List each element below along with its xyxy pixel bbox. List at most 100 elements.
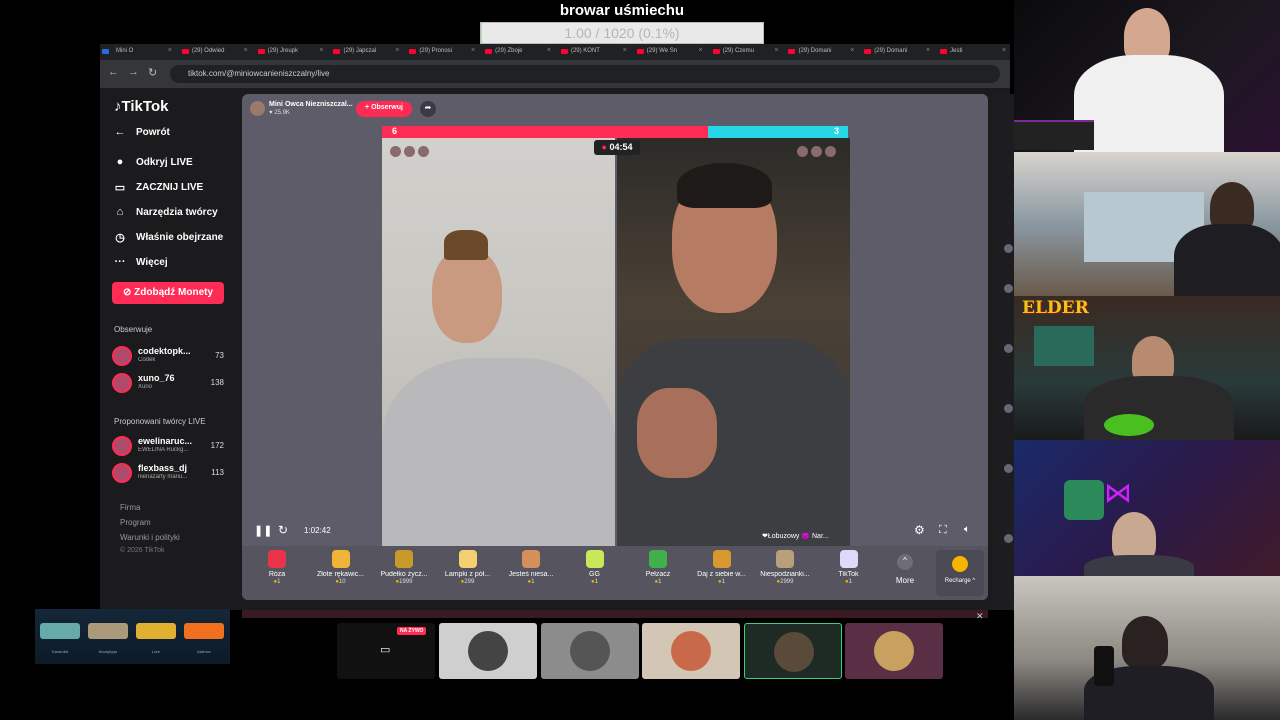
sidebar-item-more[interactable]: ··· Więcej (112, 256, 168, 268)
reload-stream-icon[interactable]: ↻ (278, 523, 288, 537)
browser-tab[interactable]: Jesti × (934, 44, 1010, 60)
footer-link[interactable]: Program (120, 518, 151, 527)
browser-tab[interactable]: (29) We Sn × (631, 44, 707, 60)
close-tab-icon[interactable]: × (850, 47, 854, 54)
thumbnail-4[interactable] (642, 623, 740, 679)
live-badge: NA ŻYWO (397, 627, 427, 635)
sidebar-item-recently-watched[interactable]: ◷ Właśnie obejrzane (112, 231, 223, 244)
forward-icon[interactable]: → (128, 66, 139, 78)
tab-label: (29) Domani (874, 48, 908, 54)
gift-item[interactable]: Daj z siebie w... ●1 (691, 550, 753, 596)
account-subtitle: Codek (138, 357, 156, 363)
browser-tab[interactable]: Mini O × (100, 44, 176, 60)
thumbnail-6[interactable] (845, 623, 943, 679)
gift-item[interactable]: TikTok ●1 (818, 550, 880, 596)
url-field[interactable]: tiktok.com/@miniowcanieniszczalny/live (170, 65, 1000, 83)
browser-tab[interactable]: (29) Jreupk × (252, 44, 328, 60)
score-right: 3 (834, 126, 840, 136)
gift-item[interactable]: Złote rękawic... ●10 (310, 550, 372, 596)
host-avatar[interactable] (250, 101, 265, 116)
discover-live-icon: ● (116, 156, 124, 168)
gift-name: TikTok (838, 571, 859, 578)
gift-item[interactable]: Pudełko życz... ●1999 (373, 550, 435, 596)
gift-item[interactable]: Jesteś niesa... ●1 (500, 550, 562, 596)
close-tab-icon[interactable]: × (926, 47, 930, 54)
gift-item[interactable]: Pełzacz ●1 (627, 550, 689, 596)
gift-item[interactable]: Lampki z pół... ●299 (437, 550, 499, 596)
account-item[interactable]: xuno_76 Xuno 138 (112, 371, 224, 397)
close-tab-icon[interactable]: × (774, 47, 778, 54)
sidebar-item-back[interactable]: ← Powrót (112, 126, 170, 138)
browser-tab[interactable]: (29) Odwied × (176, 44, 252, 60)
recharge-button[interactable]: Recharge ^ (936, 550, 984, 596)
thumbnail-3[interactable] (541, 623, 639, 679)
get-coins-button[interactable]: ⊘ Zdobądź Monety (112, 282, 224, 304)
video-left[interactable] (382, 138, 615, 546)
footer-link[interactable]: Warunki i polityki (120, 533, 180, 542)
host-name[interactable]: Mini Owca Niezniszczal... (269, 101, 353, 108)
browser-tab[interactable]: (29) Zboje × (479, 44, 555, 60)
close-tab-icon[interactable]: × (471, 47, 475, 54)
close-tab-icon[interactable]: × (623, 47, 627, 54)
browser-tab[interactable]: (29) Japczal × (327, 44, 403, 60)
gift-price: ●1 (691, 579, 753, 585)
footer-link[interactable]: Firma (120, 503, 140, 512)
keyboard (1014, 120, 1094, 150)
webcam-1 (1014, 0, 1280, 152)
weapon-icon (184, 623, 224, 639)
avatar (112, 436, 132, 456)
gift-icon (522, 550, 540, 568)
close-tab-icon[interactable]: × (244, 47, 248, 54)
video-right[interactable] (617, 138, 850, 546)
close-tab-icon[interactable]: × (1002, 47, 1006, 54)
gift-price: ●1 (500, 579, 562, 585)
gift-price: ●299 (437, 579, 499, 585)
person-head (432, 248, 502, 343)
gift-item[interactable]: Róża ●1 (246, 550, 308, 596)
account-item[interactable]: flexbass_dj nienażarty mariu... 113 (112, 461, 224, 487)
sidebar-item-start-live[interactable]: ▭ ZACZNIJ LIVE (112, 181, 203, 194)
browser-tab[interactable]: (29) Czemu × (707, 44, 783, 60)
thumbnail-avatar (774, 632, 814, 672)
person-hair (444, 230, 488, 260)
more-icon: ··· (114, 256, 126, 268)
browser-tab[interactable]: (29) Domani × (858, 44, 934, 60)
browser-tab[interactable]: (29) Pronosi × (403, 44, 479, 60)
close-tab-icon[interactable]: × (699, 47, 703, 54)
account-item[interactable]: codektopk... Codek 73 (112, 344, 224, 370)
settings-icon[interactable]: ⚙ (914, 523, 925, 537)
browser-tab[interactable]: (29) KONT × (555, 44, 631, 60)
webcam-3: ELDER (1014, 296, 1280, 440)
tab-label: (29) Zboje (495, 48, 523, 54)
elder-logo: ELDER (1022, 298, 1089, 318)
close-tab-icon[interactable]: × (547, 47, 551, 54)
pause-icon[interactable]: ❚❚ (254, 524, 272, 537)
close-tab-icon[interactable]: × (168, 47, 172, 54)
close-tab-icon[interactable]: × (319, 47, 323, 54)
thumbnail-5[interactable] (744, 623, 842, 679)
fullscreen-icon[interactable]: ⛶ (939, 524, 947, 537)
gift-item[interactable]: Niespodzianki... ●2999 (754, 550, 816, 596)
more-gifts-button[interactable]: ^ More (890, 554, 920, 585)
sidebar-item-discover-live[interactable]: ● Odkryj LIVE (112, 156, 193, 168)
share-icon[interactable]: ➦ (420, 101, 436, 117)
gift-icon (331, 550, 350, 568)
tab-strip: Mini O × (29) Odwied × (29) Jreupk × (29) Japc… (100, 44, 1010, 60)
thumbnail-live[interactable]: NA ŻYWO ▭ (337, 623, 435, 679)
gift-name: Daj z siebie w... (697, 571, 746, 578)
close-tab-icon[interactable]: × (395, 47, 399, 54)
skin-item: Lore (133, 615, 179, 659)
tiktok-logo[interactable]: ♪TikTok (114, 98, 168, 115)
reload-icon[interactable]: ↻ (148, 66, 157, 79)
account-item[interactable]: ewelinaruc... EWELINA Ruckg... 172 (112, 434, 224, 460)
gift-item[interactable]: GG ●1 (564, 550, 626, 596)
thumbnail-2[interactable] (439, 623, 537, 679)
gift-icon (649, 550, 667, 568)
sidebar-item-creator-tools[interactable]: ⌂ Narzędzia twórcy (112, 206, 218, 218)
volume-icon[interactable]: 🔈︎ (964, 524, 970, 535)
follow-button[interactable]: + Obserwuj (356, 101, 412, 117)
back-icon[interactable]: ← (108, 66, 119, 78)
gift-price-value: 1 (594, 579, 598, 585)
close-icon[interactable]: ✕ (976, 611, 984, 622)
browser-tab[interactable]: (29) Domani × (782, 44, 858, 60)
